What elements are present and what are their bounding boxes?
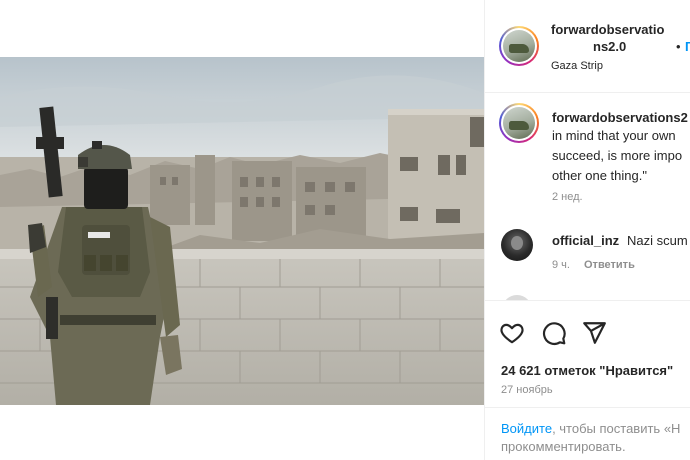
caption-text-line: other one thing."	[552, 168, 647, 183]
likes-count[interactable]: 24 621 отметок "Нравится"	[501, 363, 673, 379]
separator-dot: •	[676, 39, 681, 54]
paper-plane-icon[interactable]	[581, 320, 607, 346]
caption-username[interactable]: forwardobservations2	[552, 110, 688, 126]
heart-icon[interactable]	[499, 320, 525, 346]
post-photo-image	[0, 57, 484, 405]
login-prompt-text: , чтобы поставить «Н	[552, 421, 681, 436]
comment-avatar[interactable]	[501, 229, 533, 261]
post-photo[interactable]	[0, 57, 484, 405]
follow-button[interactable]: П	[685, 38, 690, 55]
login-link[interactable]: Войдите	[501, 421, 552, 436]
bottom-divider	[485, 407, 690, 408]
header-divider	[485, 92, 690, 93]
post-date[interactable]: 27 ноябрь	[501, 383, 553, 397]
caption-text-line: succeed, is more impo	[552, 148, 683, 163]
caption-author-avatar[interactable]	[499, 103, 539, 143]
reply-button[interactable]: Ответить	[584, 258, 635, 272]
post-side-panel: forwardobservatio ns2.0 • П Gaza Strip f…	[484, 0, 690, 460]
login-prompt-text-cont: прокомментировать.	[501, 439, 626, 454]
login-prompt: Войдите, чтобы поставить «Н	[501, 420, 680, 437]
comment-timestamp[interactable]: 9 ч.	[552, 258, 570, 272]
comment-text: Nazi scum	[627, 233, 688, 248]
post-location[interactable]: Gaza Strip	[551, 59, 603, 73]
post-media-pane	[0, 0, 484, 460]
author-avatar[interactable]	[499, 26, 539, 66]
comment-icon[interactable]	[541, 320, 567, 346]
author-username[interactable]: forwardobservatio	[551, 21, 664, 38]
author-username-cont[interactable]: ns2.0	[593, 38, 626, 55]
caption-timestamp[interactable]: 2 нед.	[552, 190, 583, 204]
caption-text-line: in mind that your own	[552, 128, 676, 143]
comment-username[interactable]: official_inz	[552, 233, 619, 249]
